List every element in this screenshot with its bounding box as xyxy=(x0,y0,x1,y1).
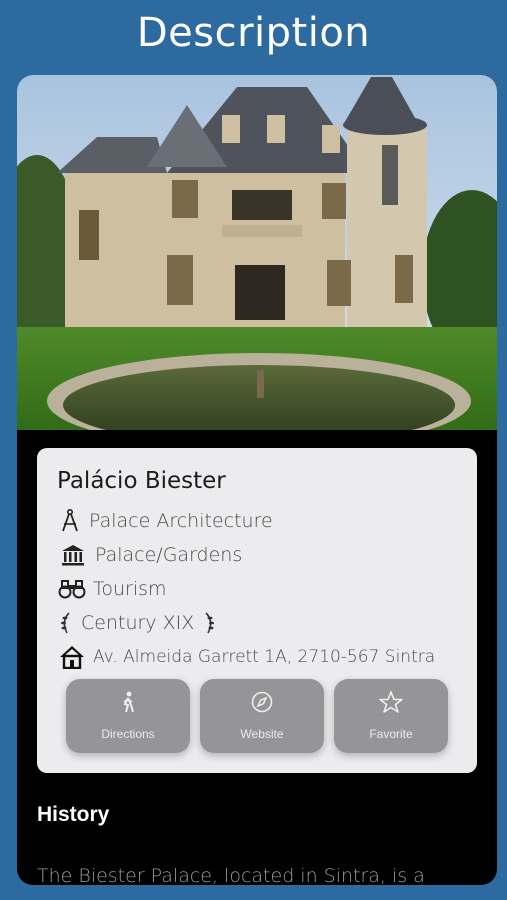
house-icon xyxy=(57,644,87,670)
architecture-row: Palace Architecture xyxy=(57,508,273,534)
bank-building-icon xyxy=(57,542,89,568)
place-info-card: Palácio Biester Palace Architecture Pala… xyxy=(37,448,477,773)
directions-label: Directions xyxy=(101,727,155,741)
star-icon xyxy=(334,691,448,713)
architecture-label: Palace Architecture xyxy=(89,510,273,532)
history-text: The Biester Palace, located in Sintra, i… xyxy=(37,865,425,885)
category-label: Palace/Gardens xyxy=(95,544,243,566)
activity-label: Tourism xyxy=(93,578,167,600)
walking-person-icon xyxy=(66,691,190,713)
category-row: Palace/Gardens xyxy=(57,542,242,568)
favorite-button[interactable]: Favorite xyxy=(334,679,448,753)
laurel-wreath-icon xyxy=(200,610,218,636)
website-label: Website xyxy=(240,727,284,741)
address-row: Av. Almeida Garrett 1A, 2710-567 Sintra xyxy=(57,644,435,670)
century-label: Century XIX xyxy=(81,612,195,634)
address-label: Av. Almeida Garrett 1A, 2710-567 Sintra xyxy=(93,647,436,667)
place-name: Palácio Biester xyxy=(57,468,226,494)
laurel-wreath-icon xyxy=(57,610,75,636)
activity-row: Tourism xyxy=(57,576,167,602)
detail-panel[interactable]: Palácio Biester Palace Architecture Pala… xyxy=(17,75,497,885)
compass-drafting-icon xyxy=(57,508,83,534)
binoculars-icon xyxy=(57,576,87,602)
page-title: Description xyxy=(136,10,371,56)
century-row: Century XIX xyxy=(57,610,224,636)
palace-photo xyxy=(17,75,497,438)
compass-icon xyxy=(200,691,324,713)
history-heading: History xyxy=(37,803,110,826)
action-buttons: Directions Website Favorite xyxy=(66,679,450,755)
favorite-label: Favorite xyxy=(369,727,413,741)
directions-button[interactable]: Directions xyxy=(66,679,190,753)
website-button[interactable]: Website xyxy=(200,679,324,753)
